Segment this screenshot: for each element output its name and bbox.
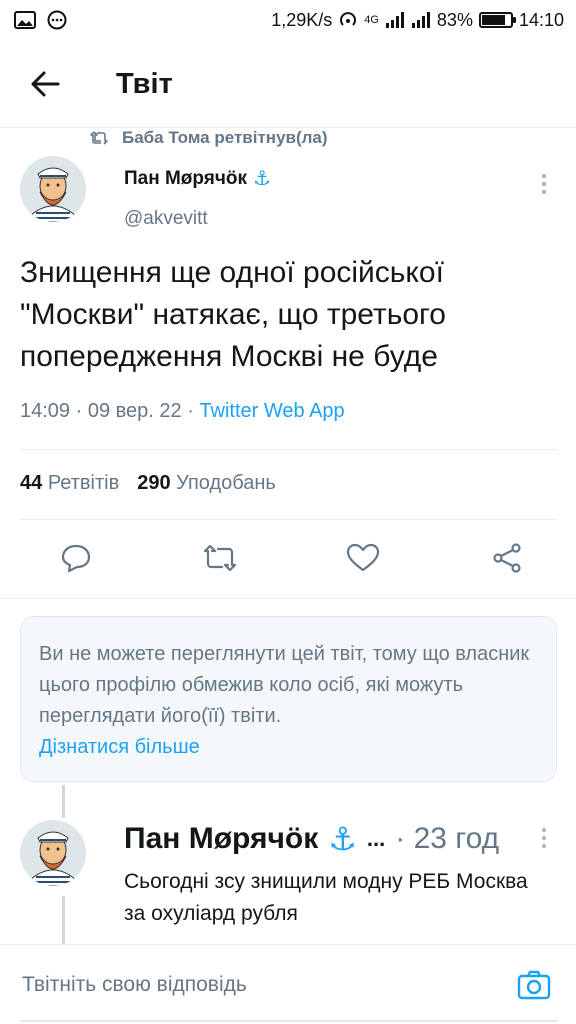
status-bar: 1,29K/s 4G 83% 14:10: [0, 0, 576, 40]
likes-stat[interactable]: 290 Уподобань: [137, 472, 276, 495]
battery-icon: [478, 12, 516, 28]
retweet-icon: [90, 131, 108, 145]
more-options-icon[interactable]: [534, 828, 554, 848]
input-underline: [20, 1020, 557, 1022]
author-name[interactable]: Пан Мøрячöк ⚓: [124, 166, 271, 191]
retweet-icon: [203, 544, 236, 572]
restricted-tweet-notice: Ви не можете переглянути цей твіт, тому …: [20, 616, 557, 782]
sailor-avatar-icon: [20, 820, 86, 886]
reply-timestamp: · 23 год: [395, 822, 500, 855]
divider: [20, 519, 557, 520]
comment-icon: [61, 544, 91, 573]
page-title: Твіт: [116, 67, 173, 100]
retweet-label: Баба Тома ретвітнув(ла): [122, 128, 328, 147]
share-button[interactable]: [487, 538, 527, 578]
thread-line: [62, 785, 65, 818]
tweet-stats: 44 Ретвітів 290 Уподобань: [20, 472, 276, 495]
reply-input[interactable]: Твітніть свою відповідь: [22, 973, 514, 997]
thread-line: [62, 896, 65, 944]
notice-text: Ви не можете переглянути цей твіт, тому …: [39, 643, 530, 727]
network-type: 4G: [364, 14, 379, 26]
clock: 14:10: [518, 9, 564, 30]
sailor-avatar-icon: [20, 156, 86, 222]
camera-icon: [517, 970, 551, 999]
top-bar: Твіт: [0, 52, 576, 116]
reply-author-name: Пан Мøрячöк: [124, 822, 319, 855]
network-speed: 1,29K/s: [271, 9, 333, 30]
avatar[interactable]: [20, 156, 86, 222]
chat-bubble-icon: [47, 10, 67, 30]
arrow-left-icon: [31, 71, 60, 97]
hotspot-icon: [340, 12, 357, 26]
reply-button[interactable]: [56, 538, 96, 578]
signal-icon: [385, 12, 404, 28]
reply-text: Сьогодні зсу знищили модну РЕБ Москва за…: [124, 870, 528, 925]
learn-more-link[interactable]: Дізнатися більше: [39, 732, 538, 763]
divider: [0, 598, 576, 599]
more-options-icon[interactable]: [534, 174, 554, 194]
reply-avatar[interactable]: [20, 820, 86, 886]
likes-count: 290: [137, 472, 171, 494]
tweet-text: Знищення ще однoї російської "Москви" на…: [20, 256, 446, 373]
reply-author-line[interactable]: Пан Мøрячöк ⚓ ... · 23 год: [124, 820, 499, 858]
share-icon: [493, 543, 521, 573]
retweets-count: 44: [20, 472, 43, 494]
tweet-actions: [20, 530, 557, 586]
back-button[interactable]: [0, 52, 90, 116]
anchor-icon: ⚓: [253, 168, 271, 190]
retweets-label: Ретвітів: [47, 472, 120, 494]
author-handle[interactable]: @akvevitt: [124, 208, 208, 230]
camera-button[interactable]: [514, 965, 554, 1005]
tweet-meta: 14:09 · 09 вер. 22 · Twitter Web App: [20, 400, 345, 423]
likes-label: Уподобань: [176, 472, 276, 494]
name-ellipsis: ...: [366, 826, 386, 851]
author-name-text: Пан Мøрячöк: [124, 167, 247, 189]
retweets-stat[interactable]: 44 Ретвітів: [20, 472, 119, 495]
gallery-icon: [14, 11, 36, 29]
reply-bar: Твітніть свою відповідь: [0, 944, 576, 1024]
battery-percent: 83%: [436, 9, 473, 30]
tweet-source-link[interactable]: Twitter Web App: [199, 400, 344, 422]
anchor-icon: ⚓: [328, 821, 357, 857]
heart-icon: [347, 543, 380, 572]
tweet-timestamp: 14:09 · 09 вер. 22 ·: [20, 400, 200, 422]
divider: [20, 449, 557, 450]
retweeted-by[interactable]: Баба Тома ретвітнув(ла): [90, 126, 328, 150]
like-button[interactable]: [343, 538, 383, 578]
signal-icon-2: [411, 12, 430, 28]
retweet-button[interactable]: [200, 538, 240, 578]
